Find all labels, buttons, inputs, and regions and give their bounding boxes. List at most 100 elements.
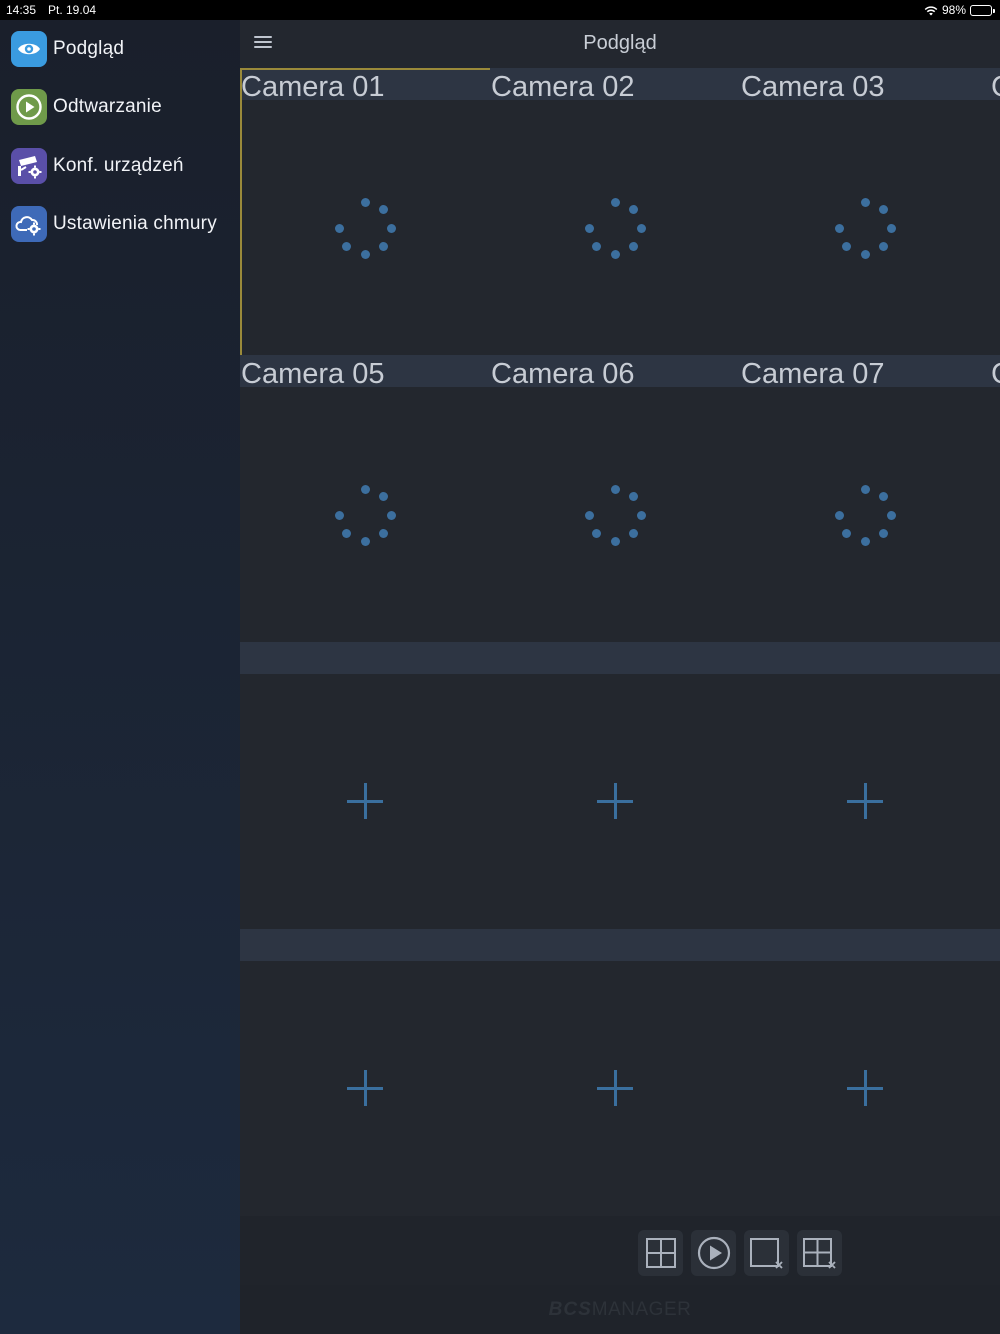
empty-cell[interactable] — [990, 929, 1000, 1216]
loading-spinner-icon — [330, 193, 400, 263]
loading-spinner-icon — [830, 193, 900, 263]
add-camera-icon[interactable] — [345, 781, 385, 821]
add-camera-icon[interactable] — [595, 1068, 635, 1108]
empty-cell[interactable] — [740, 642, 990, 929]
camera-grid: Camera 01 Camera 02 Camera 03 C Camera 0… — [240, 68, 1000, 1285]
empty-slot[interactable] — [990, 674, 1000, 929]
empty-slot[interactable] — [990, 961, 1000, 1216]
page-title: Podgląd — [583, 32, 657, 54]
spinner-dot — [610, 249, 620, 259]
spinner-dot — [628, 492, 638, 502]
camera-feed[interactable] — [990, 100, 1000, 355]
sidebar-item-konf-urzadzen[interactable]: Konf. urządzeń — [0, 137, 240, 195]
camera-cell-header — [490, 642, 740, 674]
camera-title: Camera 05 — [241, 358, 385, 390]
empty-slot[interactable] — [490, 674, 740, 929]
status-date: Pt. 19.04 — [48, 3, 97, 17]
camera-feed[interactable] — [990, 387, 1000, 642]
play-circle-icon — [11, 89, 47, 125]
footer: BCSMANAGER — [240, 1285, 1000, 1334]
spinner-dot — [886, 223, 896, 233]
empty-cell[interactable] — [740, 929, 990, 1216]
camera-cell-header — [740, 929, 990, 961]
camera-cell-07[interactable]: Camera 07 — [740, 355, 990, 642]
spinner-dot — [610, 197, 620, 207]
brand-logo: BCSMANAGER — [240, 1299, 1000, 1321]
camera-cell-01[interactable]: Camera 01 — [240, 68, 494, 359]
camera-title: Camera 01 — [241, 71, 385, 103]
close-window-button[interactable] — [744, 1230, 789, 1276]
empty-cell[interactable] — [490, 929, 740, 1216]
camera-title: Camera 02 — [491, 71, 635, 103]
empty-cell[interactable] — [240, 929, 490, 1216]
sidebar: Podgląd Odtwarzanie Konf. urządzeń Ustaw… — [0, 20, 240, 1334]
spinner-dot — [636, 510, 646, 520]
spinner-dot — [386, 510, 396, 520]
camera-feed[interactable] — [740, 387, 990, 642]
camera-cell-02[interactable]: Camera 02 — [490, 68, 740, 355]
close-all-button[interactable] — [797, 1230, 842, 1276]
add-camera-icon[interactable] — [345, 1068, 385, 1108]
empty-cell[interactable] — [490, 642, 740, 929]
camera-cell-header — [740, 642, 990, 674]
camera-feed[interactable] — [240, 100, 490, 355]
close-window-icon — [749, 1238, 783, 1269]
spinner-dot — [878, 528, 888, 538]
layout-grid-icon — [645, 1238, 676, 1268]
spinner-dot — [360, 197, 370, 207]
spinner-dot — [360, 249, 370, 259]
spinner-dot — [628, 205, 638, 215]
camera-feed[interactable] — [240, 387, 490, 642]
top-bar: Podgląd — [240, 20, 1000, 68]
sidebar-item-odtwarzanie[interactable]: Odtwarzanie — [0, 78, 240, 136]
camera-cell-03[interactable]: Camera 03 — [740, 68, 990, 355]
spinner-dot — [636, 223, 646, 233]
camera-title-partial: C — [991, 356, 1000, 392]
spinner-dot — [342, 528, 352, 538]
empty-slot[interactable] — [240, 674, 490, 929]
spinner-dot — [860, 484, 870, 494]
spinner-dot — [342, 241, 352, 251]
spinner-dot — [628, 528, 638, 538]
spinner-dot — [834, 223, 844, 233]
spinner-dot — [628, 241, 638, 251]
camera-feed[interactable] — [490, 100, 740, 355]
spinner-dot — [886, 510, 896, 520]
camera-title: Camera 07 — [741, 358, 885, 390]
sidebar-item-label: Podgląd — [53, 38, 125, 59]
camera-cell-partial[interactable]: C — [990, 355, 1000, 642]
camera-cell-05[interactable]: Camera 05 — [240, 355, 490, 642]
status-right: 98% — [924, 3, 995, 17]
empty-slot[interactable] — [740, 961, 990, 1216]
camera-title-partial: C — [991, 69, 1000, 105]
add-camera-icon[interactable] — [845, 1068, 885, 1108]
spinner-dot — [834, 510, 844, 520]
loading-spinner-icon — [580, 193, 650, 263]
layout-grid-button[interactable] — [638, 1230, 683, 1276]
camera-feed[interactable] — [490, 387, 740, 642]
playback-button[interactable] — [691, 1230, 736, 1276]
spinner-dot — [842, 241, 852, 251]
spinner-dot — [842, 528, 852, 538]
sidebar-item-label: Ustawienia chmury — [53, 213, 217, 234]
empty-slot[interactable] — [490, 961, 740, 1216]
spinner-dot — [334, 223, 344, 233]
camera-cell-header — [240, 929, 490, 961]
sidebar-item-ustawienia-chmury[interactable]: Ustawienia chmury — [0, 195, 240, 253]
add-camera-icon[interactable] — [845, 781, 885, 821]
empty-cell[interactable] — [990, 642, 1000, 929]
sidebar-item-podglad[interactable]: Podgląd — [0, 20, 240, 78]
empty-cell[interactable] — [240, 642, 490, 929]
status-bar: 14:35 Pt. 19.04 98% — [0, 0, 1000, 20]
add-camera-icon[interactable] — [595, 781, 635, 821]
cloud-settings-icon — [11, 206, 47, 242]
camera-cell-partial[interactable]: C — [990, 68, 1000, 355]
brand-bold: BCS — [548, 1299, 592, 1320]
spinner-dot — [860, 536, 870, 546]
empty-slot[interactable] — [740, 674, 990, 929]
bottom-toolbar — [638, 1230, 842, 1278]
spinner-dot — [360, 484, 370, 494]
camera-feed[interactable] — [740, 100, 990, 355]
camera-cell-06[interactable]: Camera 06 — [490, 355, 740, 642]
empty-slot[interactable] — [240, 961, 490, 1216]
